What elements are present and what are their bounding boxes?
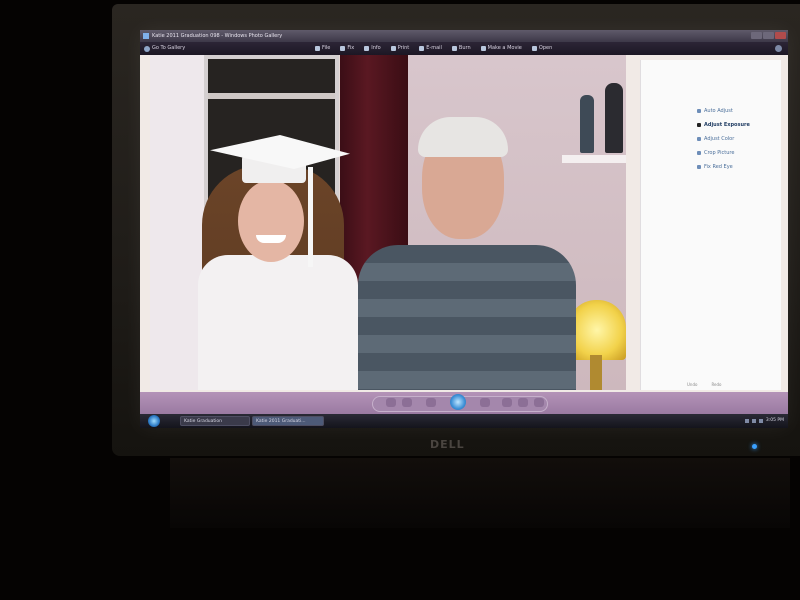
menu-make-movie[interactable]: Make a Movie: [480, 42, 522, 55]
menu-label: E-mail: [426, 45, 442, 51]
photo-person-hair: [418, 117, 508, 157]
menu-label: Info: [371, 45, 381, 51]
burn-icon: [451, 46, 457, 51]
email-icon: [419, 46, 425, 51]
photo-person-face: [238, 180, 304, 262]
photo-wall: [150, 55, 204, 390]
photo-cap-tassel: [308, 167, 313, 267]
menu-label: File: [322, 45, 331, 51]
taskbar-button-folder[interactable]: Katie Graduation: [180, 416, 250, 426]
menu-email[interactable]: E-mail: [419, 42, 442, 55]
slideshow-button[interactable]: [450, 394, 466, 410]
fix-pane: Auto Adjust Adjust Exposure Adjust Color…: [640, 60, 781, 390]
fix-red-eye[interactable]: Fix Red Eye: [697, 160, 750, 174]
menu-label: Make a Movie: [487, 45, 522, 51]
go-to-gallery-label: Go To Gallery: [152, 45, 186, 51]
system-tray: 3:05 PM: [744, 414, 784, 428]
menu-info[interactable]: Info: [364, 42, 381, 55]
undo-redo-bar: Undo Redo: [687, 382, 722, 387]
minimize-button[interactable]: [751, 32, 762, 39]
rotate-left-icon[interactable]: [502, 398, 512, 407]
photo-figurine: [605, 83, 623, 153]
crop-icon: [697, 151, 701, 155]
menu-print[interactable]: Print: [390, 42, 410, 55]
photo-viewer[interactable]: [150, 55, 626, 390]
monitor-stand-shadow: [170, 458, 790, 528]
menu-open[interactable]: Open: [531, 42, 553, 55]
photo-person-smile: [256, 235, 286, 243]
window-title: Katie 2011 Graduation 098 - Windows Phot…: [152, 33, 283, 39]
clock[interactable]: 3:05 PM: [766, 414, 784, 428]
toolbar: Go To Gallery File Fix Info Print E-mail…: [140, 42, 788, 55]
redo-button[interactable]: Redo: [711, 382, 721, 387]
undo-button[interactable]: Undo: [687, 382, 697, 387]
fix-option-label: Adjust Exposure: [704, 122, 750, 128]
fix-adjust-color[interactable]: Adjust Color: [697, 132, 750, 146]
fix-options-list: Auto Adjust Adjust Exposure Adjust Color…: [697, 104, 750, 174]
photo-graduation-gown: [198, 255, 358, 390]
photo-lamp-base: [590, 355, 602, 390]
close-button[interactable]: [775, 32, 786, 39]
menu-label: Open: [538, 45, 553, 51]
menu-label: Print: [397, 45, 410, 51]
photo-shelf: [562, 155, 626, 163]
menu-fix[interactable]: Fix: [340, 42, 354, 55]
photo-figurine: [580, 95, 594, 153]
red-eye-icon: [697, 165, 701, 169]
info-icon: [364, 46, 370, 51]
fix-option-label: Fix Red Eye: [704, 164, 733, 170]
fix-icon: [340, 46, 346, 51]
photo-lamp: [568, 300, 626, 360]
actual-size-icon[interactable]: [402, 398, 412, 407]
monitor-brand-logo: DELL: [430, 438, 465, 451]
taskbar: Katie Graduation Katie 2011 Graduati... …: [140, 414, 788, 428]
fix-option-label: Crop Picture: [704, 150, 735, 156]
file-icon: [315, 46, 320, 51]
fix-crop-picture[interactable]: Crop Picture: [697, 146, 750, 160]
print-icon: [390, 46, 396, 51]
maximize-button[interactable]: [763, 32, 774, 39]
volume-icon[interactable]: [751, 419, 756, 423]
fix-option-label: Adjust Color: [704, 136, 735, 142]
photo-gallery-app-icon: [143, 33, 149, 39]
network-icon[interactable]: [744, 419, 749, 423]
next-icon[interactable]: [480, 398, 490, 407]
start-button[interactable]: [148, 415, 160, 427]
color-icon: [697, 137, 701, 141]
photo-window-sash: [208, 93, 335, 99]
go-to-gallery-button[interactable]: Go To Gallery: [144, 42, 185, 55]
power-icon[interactable]: [758, 419, 763, 423]
menu-file[interactable]: File: [315, 42, 330, 55]
menu-burn[interactable]: Burn: [451, 42, 471, 55]
open-icon: [531, 46, 537, 51]
playback-controls: [140, 392, 788, 414]
fix-option-label: Auto Adjust: [704, 108, 733, 114]
toolbar-menu: File Fix Info Print E-mail Burn Make a M…: [315, 42, 552, 55]
title-bar: Katie 2011 Graduation 098 - Windows Phot…: [140, 30, 788, 42]
previous-icon[interactable]: [426, 398, 436, 407]
power-led-icon: [752, 444, 757, 449]
delete-icon[interactable]: [534, 398, 544, 407]
auto-adjust-icon: [697, 109, 701, 113]
taskbar-button-photo-gallery[interactable]: Katie 2011 Graduati...: [252, 416, 324, 426]
window-controls: [751, 32, 786, 39]
exposure-icon: [697, 123, 701, 127]
rotate-right-icon[interactable]: [518, 398, 528, 407]
zoom-icon[interactable]: [386, 398, 396, 407]
menu-label: Fix: [347, 45, 355, 51]
help-icon[interactable]: [775, 45, 782, 52]
fix-adjust-exposure[interactable]: Adjust Exposure: [697, 118, 750, 132]
photo-person-shirt: [358, 245, 576, 390]
movie-icon: [480, 46, 486, 51]
fix-auto-adjust[interactable]: Auto Adjust: [697, 104, 750, 118]
screen: Katie 2011 Graduation 098 - Windows Phot…: [140, 30, 788, 428]
menu-label: Burn: [458, 45, 471, 51]
back-arrow-icon: [144, 45, 150, 52]
